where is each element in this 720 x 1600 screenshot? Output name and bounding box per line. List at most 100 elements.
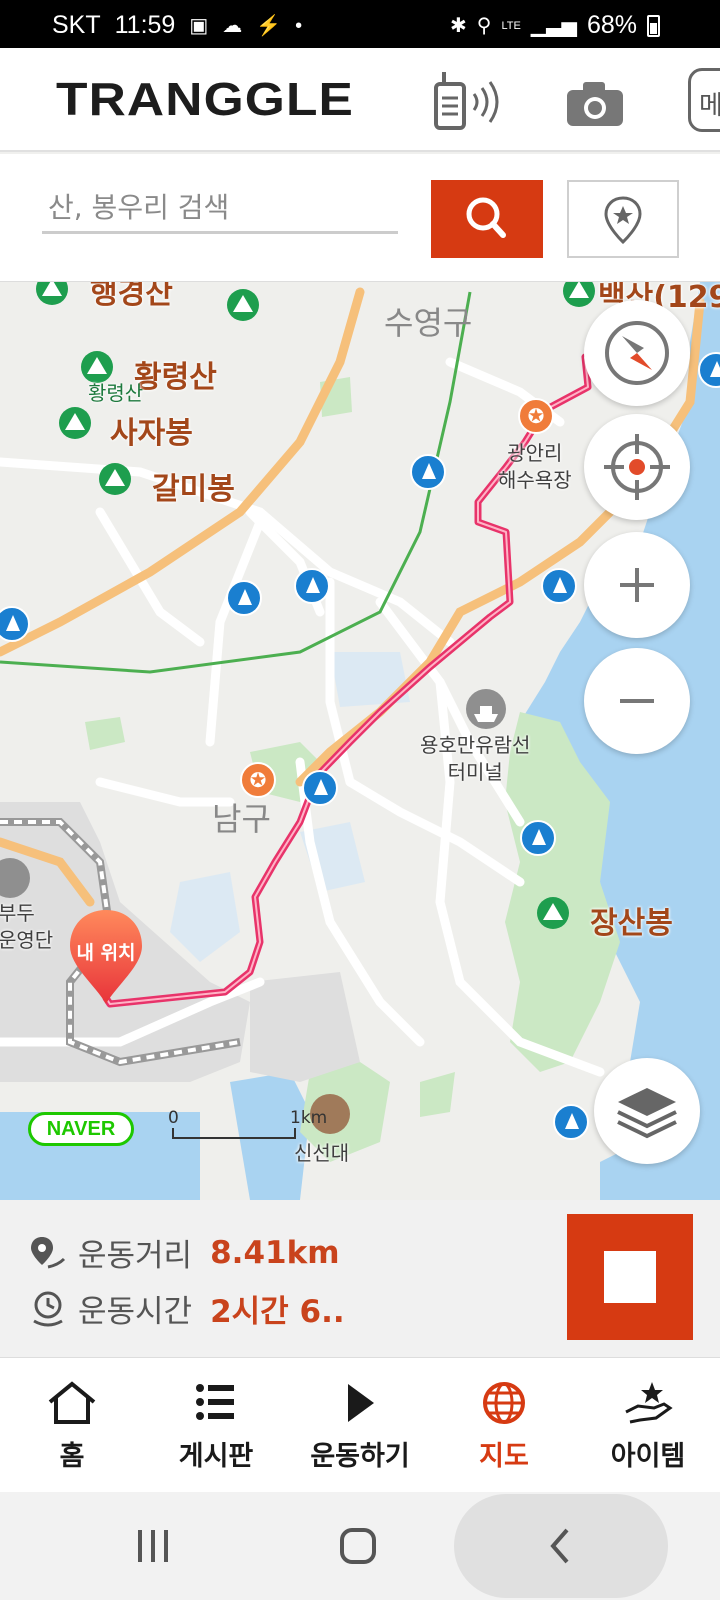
nav-home[interactable]: 홈 [0,1358,144,1492]
mountain-icon[interactable] [58,406,92,440]
peak-label: 행경산 [90,282,173,311]
clock-icon [33,1291,63,1326]
time-row: 운동시간 2시간 6.. [28,1286,345,1331]
map-layers-button[interactable] [594,1058,700,1164]
park-icon[interactable] [226,580,262,616]
play-icon [348,1384,374,1422]
park-icon[interactable] [410,454,446,490]
scale-start-label: 0 [168,1108,179,1128]
nav-label: 게시판 [178,1441,254,1472]
poi-label-line: 터미널 [447,760,503,784]
park-icon[interactable] [294,568,330,604]
mountain-icon[interactable] [80,350,114,384]
search-button[interactable] [431,180,543,258]
camera-icon[interactable] [565,80,625,128]
park-icon[interactable] [302,770,338,806]
poi-label-line: 부두 [0,901,35,925]
workout-stats-panel: 운동거리 8.41km 운동시간 2시간 6.. [0,1200,720,1358]
battery-icon [647,14,660,37]
nav-label: 아이템 [610,1441,686,1472]
list-icon [196,1384,234,1420]
location-icon: ⚲ [476,14,492,37]
minus-icon [620,699,654,703]
district-label: 수영구 [384,304,473,342]
battery-percent: 68% [586,11,637,39]
my-location-label: 내 위치 [76,942,136,964]
route-pin-icon [31,1236,66,1268]
time-value: 2시간 6.. [210,1294,345,1330]
attraction-icon[interactable]: ✪ [240,762,276,798]
compass-button[interactable] [584,300,690,406]
district-label: 남구 [212,800,271,838]
poi-label: 용호만유람선 터미널 [420,732,530,786]
mountain-icon[interactable] [536,896,570,930]
app-logo: TRANGGLE [56,73,355,125]
bluetooth-icon: ✱ [450,14,467,37]
back-icon[interactable] [525,1492,595,1600]
nav-label: 홈 [59,1441,85,1472]
star-pin-icon [604,196,642,245]
time-label: 운동시간 [78,1294,193,1330]
bottom-navigation: 홈 게시판 운동하기 지도 아이템 [0,1358,720,1492]
stop-icon [604,1251,656,1303]
stop-workout-button[interactable] [567,1214,693,1340]
signal-icon: ▁▃▅ [530,14,577,37]
naver-attribution: NAVER [28,1112,134,1146]
attraction-icon[interactable]: ✪ [518,398,554,434]
mountain-icon[interactable] [35,282,69,306]
peak-search-input[interactable] [42,184,398,234]
cloud-icon: ☁ [222,14,243,37]
system-navigation-bar [0,1492,720,1600]
recent-apps-icon[interactable] [118,1492,188,1600]
distance-row: 운동거리 8.41km [28,1230,340,1275]
search-icon [466,197,506,238]
menu-button[interactable]: 메 [688,68,720,132]
walkie-talkie-icon[interactable] [430,68,510,132]
distance-value: 8.41km [210,1234,340,1271]
poi-label: 신선대 [294,1141,350,1165]
poi-label: 광안리 해수욕장 [498,440,572,494]
carrier-label: SKT [52,11,101,39]
zoom-in-button[interactable] [584,532,690,638]
hand-star-icon [625,1382,673,1424]
peak-label: 황령산 [134,360,217,395]
peak-sub-label: 황령산 [88,381,144,405]
poi-label-line: 운영단 [0,928,54,952]
app-header: TRANGGLE 메 [0,48,720,152]
park-icon[interactable] [541,568,577,604]
app-screen: SKT 11:59 ▣ ☁ ⚡ • ✱ ⚲ LTE ▁▃▅ 68% TRANGG… [0,0,720,1600]
peak-label: 사자봉 [110,416,193,451]
scale-end-label: 1km [290,1108,328,1128]
poi-label-line: 해수욕장 [498,468,572,492]
nav-label: 운동하기 [310,1441,410,1472]
compass-icon [605,321,669,385]
zoom-out-button[interactable] [584,648,690,754]
globe-icon [483,1382,525,1424]
mountain-icon[interactable] [226,288,260,322]
dot-icon: • [295,14,303,37]
nav-board[interactable]: 게시판 [144,1358,288,1492]
layers-icon [617,1088,677,1139]
distance-label: 운동거리 [78,1238,193,1274]
peak-label: 갈미봉 [152,472,235,507]
nav-workout[interactable]: 운동하기 [288,1358,432,1492]
favorite-location-button[interactable] [567,180,679,258]
park-icon[interactable] [553,1104,589,1140]
poi-label-line: 광안리 [507,441,563,465]
home-nav-icon[interactable] [322,1492,392,1600]
plus-icon [620,568,654,602]
mountain-icon[interactable] [98,462,132,496]
gallery-icon: ▣ [189,14,209,37]
map-view[interactable]: ✪ ✪ 행경산 황령산 황령산 사자봉 갈미봉 장산봉 백산(129 수영구 남… [0,282,720,1200]
nav-label: 지도 [479,1441,529,1472]
nav-items[interactable]: 아이템 [576,1358,720,1492]
nav-map[interactable]: 지도 [432,1358,576,1492]
lte-icon: LTE [501,19,521,32]
park-icon[interactable] [520,820,556,856]
locate-me-button[interactable] [584,414,690,520]
status-bar: SKT 11:59 ▣ ☁ ⚡ • ✱ ⚲ LTE ▁▃▅ 68% [0,0,720,48]
poi-label-line: 용호만유람선 [420,733,531,757]
home-icon [48,1381,96,1424]
search-bar [0,154,720,282]
poi-label: 부두 운영단 [0,900,53,954]
